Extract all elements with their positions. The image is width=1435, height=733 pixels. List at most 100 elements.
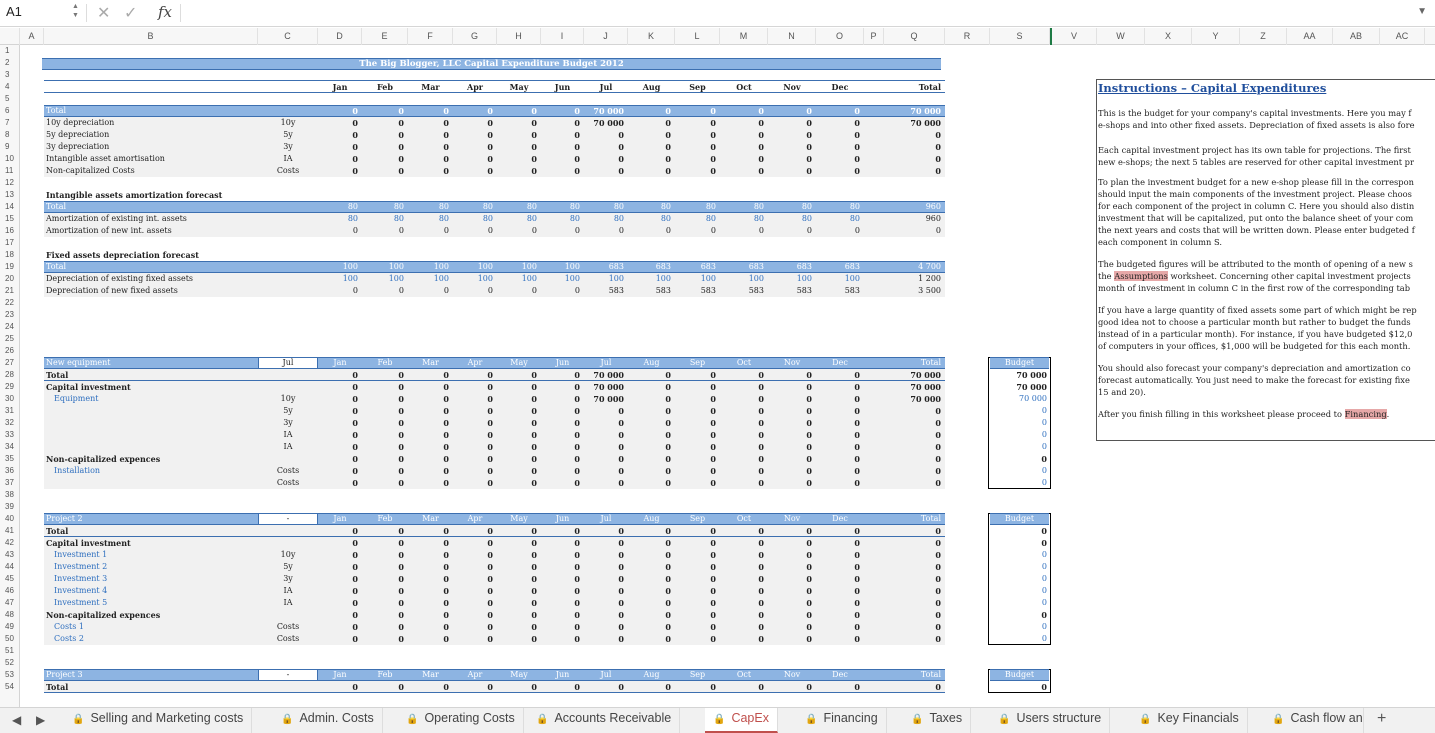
value-cell-apr[interactable]: 0 (453, 609, 493, 621)
value-cell-jul[interactable]: 0 (584, 417, 624, 429)
value-cell-jun[interactable]: 0 (541, 549, 580, 561)
value-cell-nov[interactable]: 0 (768, 441, 812, 453)
value-cell-may[interactable]: 100 (497, 273, 537, 285)
month-header-jan[interactable]: Jan (318, 669, 362, 681)
value-cell-may[interactable]: 80 (497, 201, 537, 213)
value-cell-aug[interactable]: 583 (628, 285, 671, 297)
row-label[interactable]: Non-capitalized Costs (46, 165, 256, 177)
value-cell-feb[interactable]: 0 (362, 153, 404, 165)
row-header[interactable]: 47 (0, 597, 19, 609)
row-header[interactable]: 1 (0, 45, 19, 57)
value-cell-jul[interactable]: 0 (584, 621, 624, 633)
value-cell-jun[interactable]: 0 (541, 393, 580, 405)
value-cell-jul[interactable]: 0 (584, 453, 624, 465)
value-cell-jun[interactable]: 0 (541, 381, 580, 393)
row-header[interactable]: 48 (0, 609, 19, 621)
value-cell-may[interactable]: 0 (497, 633, 537, 645)
section-title[interactable]: Intangible assets amortization forecast (46, 189, 256, 201)
row-label[interactable]: 3y depreciation (46, 141, 256, 153)
value-cell-jun[interactable]: 0 (541, 561, 580, 573)
row-label[interactable]: Non-capitalized expences (46, 453, 246, 465)
value-cell-sep[interactable]: 0 (675, 381, 716, 393)
value-cell-jun[interactable]: 0 (541, 417, 580, 429)
value-cell-nov[interactable]: 0 (768, 141, 812, 153)
value-cell-mar[interactable]: 0 (408, 105, 449, 117)
value-cell-feb[interactable]: 0 (362, 561, 404, 573)
month-header-aug[interactable]: Aug (628, 357, 675, 369)
section-title[interactable]: Fixed assets depreciation forecast (46, 249, 256, 261)
total-header[interactable]: Total (884, 357, 941, 369)
total-cell[interactable]: 0 (884, 477, 941, 489)
row-label[interactable]: 5y depreciation (46, 129, 256, 141)
budget-cell[interactable]: 0 (990, 561, 1047, 573)
value-cell-aug[interactable]: 0 (628, 141, 671, 153)
sheet-tab-selling-and-marketing-costs[interactable]: 🔒 Selling and Marketing costs (64, 708, 253, 733)
row-header[interactable]: 35 (0, 453, 19, 465)
value-cell-mar[interactable]: 0 (408, 429, 449, 441)
row-label[interactable]: Total (46, 201, 256, 213)
value-cell-jan[interactable]: 80 (318, 213, 358, 225)
row-header[interactable]: 34 (0, 441, 19, 453)
value-cell-sep[interactable]: 80 (675, 201, 716, 213)
value-cell-mar[interactable]: 0 (408, 465, 449, 477)
budget-cell[interactable]: 0 (990, 633, 1047, 645)
value-cell-aug[interactable]: 683 (628, 261, 671, 273)
value-cell-apr[interactable]: 100 (453, 261, 493, 273)
total-cell[interactable]: 0 (884, 129, 941, 141)
value-cell-feb[interactable]: 0 (362, 453, 404, 465)
value-cell-apr[interactable]: 0 (453, 597, 493, 609)
column-header[interactable]: D (318, 28, 362, 45)
value-cell-oct[interactable]: 0 (720, 621, 764, 633)
category-cell[interactable]: Costs (258, 477, 318, 489)
value-cell-may[interactable]: 0 (497, 285, 537, 297)
value-cell-sep[interactable]: 0 (675, 417, 716, 429)
value-cell-oct[interactable]: 0 (720, 393, 764, 405)
column-header[interactable]: A (20, 28, 44, 45)
value-cell-feb[interactable]: 0 (362, 585, 404, 597)
category-cell[interactable]: 3y (258, 573, 318, 585)
value-cell-jan[interactable]: 0 (318, 621, 358, 633)
total-cell[interactable]: 0 (884, 597, 941, 609)
value-cell-aug[interactable]: 0 (628, 537, 671, 549)
value-cell-feb[interactable]: 0 (362, 573, 404, 585)
value-cell-jun[interactable]: 80 (541, 201, 580, 213)
value-cell-nov[interactable]: 683 (768, 261, 812, 273)
category-cell[interactable]: 5y (258, 405, 318, 417)
column-header[interactable]: F (408, 28, 453, 45)
row-header[interactable]: 30 (0, 393, 19, 405)
value-cell-apr[interactable]: 0 (453, 537, 493, 549)
value-cell-jun[interactable]: 0 (541, 225, 580, 237)
add-sheet-button[interactable]: + (1377, 710, 1386, 728)
category-cell[interactable]: Costs (258, 165, 318, 177)
value-cell-oct[interactable]: 0 (720, 537, 764, 549)
row-header[interactable]: 23 (0, 309, 19, 321)
value-cell-sep[interactable]: 0 (675, 585, 716, 597)
value-cell-jun[interactable]: 0 (541, 585, 580, 597)
value-cell-dec[interactable]: 0 (816, 117, 860, 129)
budget-cell[interactable]: 70 000 (990, 381, 1047, 393)
total-cell[interactable]: 0 (884, 465, 941, 477)
row-header[interactable]: 11 (0, 165, 19, 177)
value-cell-nov[interactable]: 80 (768, 201, 812, 213)
row-header[interactable]: 14 (0, 201, 19, 213)
value-cell-dec[interactable]: 683 (816, 261, 860, 273)
value-cell-jul[interactable]: 70 000 (584, 105, 624, 117)
value-cell-oct[interactable]: 0 (720, 585, 764, 597)
value-cell-apr[interactable]: 0 (453, 381, 493, 393)
value-cell-sep[interactable]: 683 (675, 261, 716, 273)
value-cell-oct[interactable]: 0 (720, 225, 764, 237)
category-cell[interactable]: Costs (258, 633, 318, 645)
value-cell-may[interactable]: 0 (497, 597, 537, 609)
value-cell-feb[interactable]: 0 (362, 537, 404, 549)
value-cell-jan[interactable]: 0 (318, 441, 358, 453)
row-header[interactable]: 8 (0, 129, 19, 141)
row-header[interactable]: 25 (0, 333, 19, 345)
month-header-oct[interactable]: Oct (720, 669, 768, 681)
value-cell-feb[interactable]: 0 (362, 141, 404, 153)
category-cell[interactable]: 5y (258, 561, 318, 573)
total-cell[interactable]: 0 (884, 441, 941, 453)
value-cell-feb[interactable]: 0 (362, 129, 404, 141)
value-cell-dec[interactable]: 0 (816, 477, 860, 489)
value-cell-jul[interactable]: 0 (584, 597, 624, 609)
value-cell-nov[interactable]: 0 (768, 465, 812, 477)
